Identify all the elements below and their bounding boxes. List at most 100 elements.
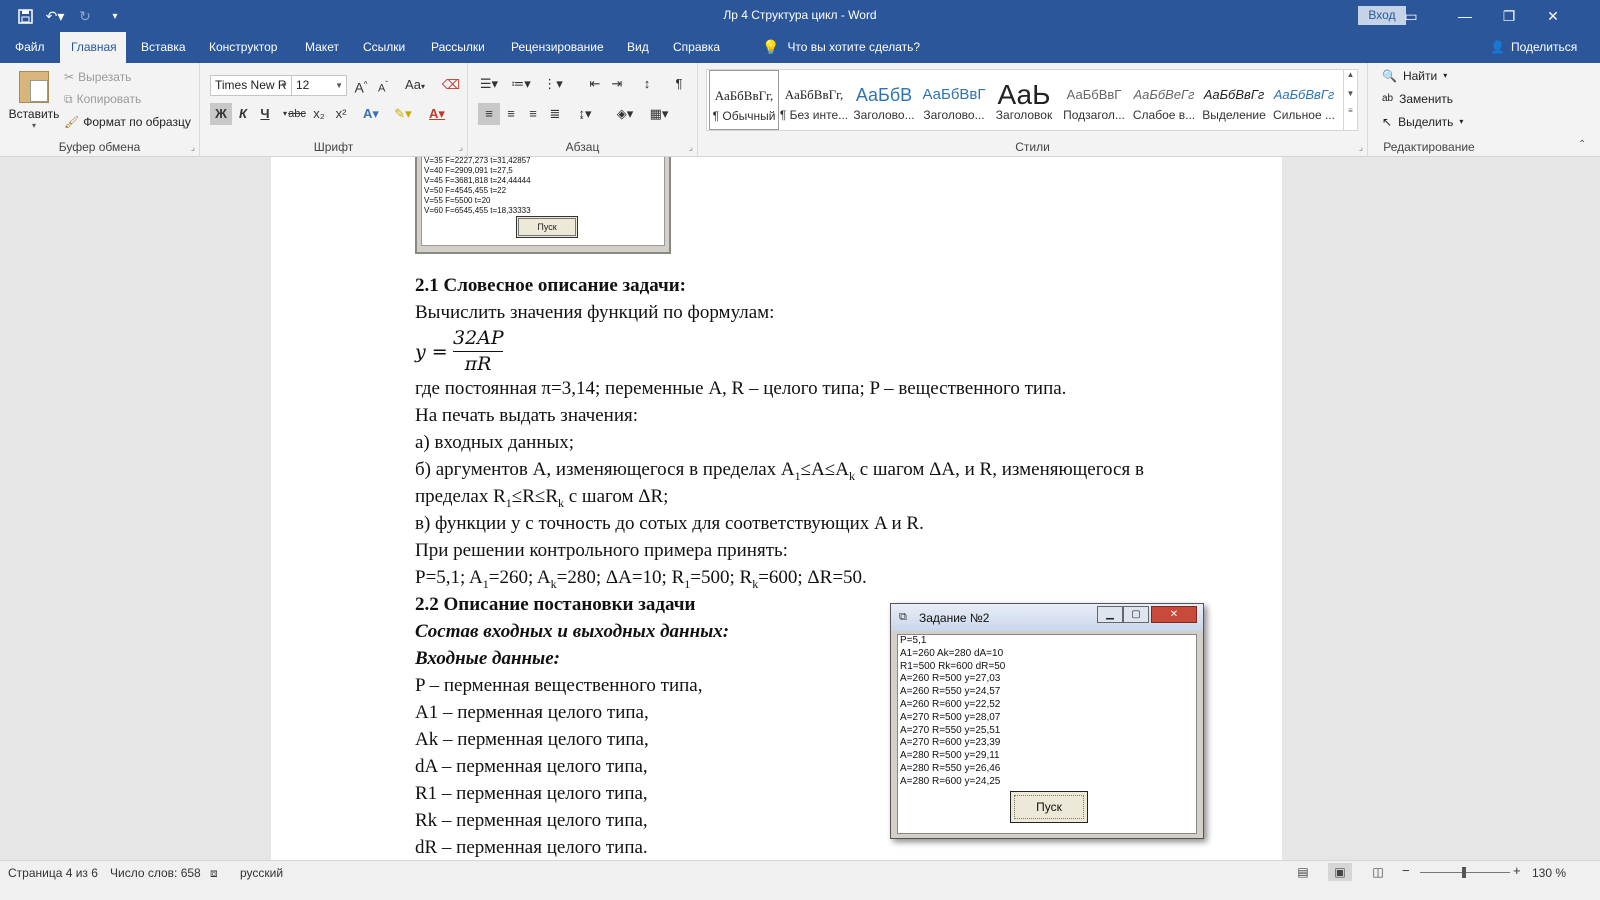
style-subtle-emphasis[interactable]: АаБбВеГг Слабое в... bbox=[1129, 70, 1199, 130]
clear-formatting-icon[interactable]: ⌫ bbox=[440, 74, 462, 96]
clipboard-launcher-icon[interactable]: ⌟ bbox=[191, 142, 195, 153]
align-left-icon[interactable]: ≡ bbox=[478, 103, 500, 125]
tab-home[interactable]: Главная bbox=[60, 32, 126, 63]
lightbulb-icon: 💡 bbox=[762, 39, 780, 55]
subscript-button[interactable]: x₂ bbox=[308, 103, 330, 125]
paste-button[interactable]: Вставить ▾ bbox=[6, 69, 62, 139]
font-size-box[interactable]: 12 ▼ bbox=[291, 75, 347, 96]
multilevel-list-icon[interactable]: ⋮▾ bbox=[542, 73, 564, 95]
cut-button[interactable]: ✂ Вырезать bbox=[64, 67, 131, 87]
paragraph: пределах R1≤R≤Rk с шагом ΔR; bbox=[415, 486, 668, 514]
format-painter-button[interactable]: 🖌 Формат по образцу bbox=[64, 112, 191, 132]
style-subtitle[interactable]: АаБбВвГ Подзагол... bbox=[1059, 70, 1129, 130]
style-title[interactable]: АаЬ Заголовок bbox=[989, 70, 1059, 130]
align-center-icon[interactable]: ≡ bbox=[500, 103, 522, 125]
sort-icon[interactable]: ↕ bbox=[636, 73, 658, 95]
shading-icon[interactable]: ◈▾ bbox=[614, 103, 636, 125]
style-heading-1[interactable]: АаБбВ Заголово... bbox=[849, 70, 919, 130]
decrease-indent-icon[interactable]: ⇤ bbox=[584, 73, 606, 95]
editing-group-label: Редактирование bbox=[1383, 140, 1475, 154]
scissors-icon: ✂ bbox=[64, 70, 75, 84]
style-name: Заголово... bbox=[853, 108, 915, 122]
tab-design[interactable]: Конструктор bbox=[198, 32, 288, 63]
paragraph-launcher-icon[interactable]: ⌟ bbox=[689, 142, 693, 153]
subheading: Входные данные: bbox=[415, 648, 560, 669]
italic-button[interactable]: К bbox=[232, 103, 254, 125]
style-normal[interactable]: АаБбВвГг, ¶ Обычный bbox=[709, 70, 779, 130]
share-label: Поделиться bbox=[1510, 40, 1578, 54]
restore-icon[interactable]: ❐ bbox=[1494, 5, 1524, 27]
close-icon[interactable]: ✕ bbox=[1538, 5, 1568, 27]
tab-layout[interactable]: Макет bbox=[294, 32, 350, 63]
tell-me-search[interactable]: 💡 Что вы хотите сделать? bbox=[762, 32, 920, 63]
bullets-icon[interactable]: ☰▾ bbox=[478, 73, 500, 95]
minimize-icon[interactable]: ▁ bbox=[1097, 606, 1123, 623]
find-button[interactable]: 🔍 Найти ▾ bbox=[1382, 65, 1447, 87]
text-effects-icon[interactable]: A▾ bbox=[360, 103, 382, 125]
shrink-font-button[interactable]: Aˇ bbox=[372, 74, 394, 96]
task-dialog-window[interactable]: ⧉ Задание №2 ▁ ▢ ✕ P=5,1 A1=260 Ak=280 d… bbox=[890, 603, 1204, 839]
proofing-icon[interactable]: ⧈ bbox=[210, 864, 218, 882]
bold-button[interactable]: Ж bbox=[210, 103, 232, 125]
maximize-icon[interactable]: ▢ bbox=[1123, 606, 1149, 623]
word-count[interactable]: Число слов: 658 bbox=[110, 864, 201, 882]
tab-help[interactable]: Справка bbox=[662, 32, 731, 63]
pilcrow-icon[interactable]: ¶ bbox=[668, 73, 690, 95]
print-layout-icon[interactable]: ▣ bbox=[1328, 863, 1352, 881]
superscript-button[interactable]: x² bbox=[330, 103, 352, 125]
styles-launcher-icon[interactable]: ⌟ bbox=[1359, 142, 1363, 153]
font-color-icon[interactable]: A▾ bbox=[426, 103, 448, 125]
read-mode-icon[interactable]: ▤ bbox=[1291, 863, 1315, 881]
replace-button[interactable]: ab Заменить bbox=[1382, 88, 1453, 110]
style-emphasis[interactable]: АаБбВвГг Выделение bbox=[1199, 70, 1269, 130]
variable-line: Ak – перменная целого типа, bbox=[415, 729, 649, 750]
change-case-button[interactable]: Aa▾ bbox=[400, 74, 430, 96]
gallery-more-icon[interactable]: ≡ bbox=[1344, 106, 1357, 115]
tab-review[interactable]: Рецензирование bbox=[500, 32, 615, 63]
style-heading-2[interactable]: АаБбВвГ Заголово... bbox=[919, 70, 989, 130]
variable-line: dA – перменная целого типа, bbox=[415, 756, 648, 777]
collapse-ribbon-icon[interactable]: ⌃ bbox=[1578, 139, 1586, 150]
font-name-box[interactable]: Times New R ▼ bbox=[210, 75, 292, 96]
start-button[interactable]: Пуск bbox=[1010, 791, 1088, 823]
tab-references[interactable]: Ссылки bbox=[352, 32, 416, 63]
tab-insert[interactable]: Вставка bbox=[130, 32, 197, 63]
style-no-spacing[interactable]: АаБбВвГг, ¶ Без инте... bbox=[779, 70, 849, 130]
zoom-level[interactable]: 130 % bbox=[1532, 864, 1566, 882]
web-layout-icon[interactable]: ◫ bbox=[1366, 863, 1390, 881]
select-button[interactable]: ↖ Выделить ▾ bbox=[1382, 111, 1463, 133]
share-button[interactable]: 👤 Поделиться bbox=[1490, 32, 1577, 63]
style-intense-emphasis[interactable]: АаБбВвГг Сильное ... bbox=[1269, 70, 1339, 130]
zoom-out-icon[interactable]: − bbox=[1402, 862, 1410, 880]
font-size-value: 12 bbox=[296, 78, 310, 92]
align-right-icon[interactable]: ≡ bbox=[522, 103, 544, 125]
tab-view[interactable]: Вид bbox=[616, 32, 660, 63]
output-line: A=280 R=600 y=24,25 bbox=[900, 775, 1001, 787]
grow-font-button[interactable]: A^ bbox=[350, 74, 372, 96]
tab-file[interactable]: Файл bbox=[4, 32, 56, 63]
font-launcher-icon[interactable]: ⌟ bbox=[459, 142, 463, 153]
underline-button[interactable]: Ч bbox=[254, 103, 276, 125]
minimize-icon[interactable]: — bbox=[1450, 5, 1480, 27]
ribbon-display-options-icon[interactable]: ▭ bbox=[1396, 5, 1426, 27]
language-indicator[interactable]: русский bbox=[240, 864, 283, 882]
increase-indent-icon[interactable]: ⇥ bbox=[606, 73, 628, 95]
output-line: A=280 R=550 y=26,46 bbox=[900, 762, 1001, 774]
zoom-in-icon[interactable]: + bbox=[1513, 862, 1521, 880]
chevron-down-icon[interactable]: ▼ bbox=[1344, 89, 1357, 98]
highlight-icon[interactable]: ✎▾ bbox=[392, 103, 414, 125]
close-icon[interactable]: ✕ bbox=[1151, 606, 1197, 623]
justify-icon[interactable]: ≣ bbox=[544, 103, 566, 125]
page-count[interactable]: Страница 4 из 6 bbox=[8, 864, 98, 882]
borders-icon[interactable]: ▦▾ bbox=[648, 103, 670, 125]
numbering-icon[interactable]: ≔▾ bbox=[510, 73, 532, 95]
gallery-scroll[interactable]: ▲ ▼ ≡ bbox=[1343, 70, 1357, 130]
font-group-label: Шрифт bbox=[313, 140, 354, 154]
chevron-up-icon[interactable]: ▲ bbox=[1344, 70, 1357, 79]
tab-mailings[interactable]: Рассылки bbox=[420, 32, 496, 63]
line-spacing-icon[interactable]: ↨▾ bbox=[574, 103, 596, 125]
zoom-slider-thumb[interactable] bbox=[1462, 867, 1466, 878]
copy-button[interactable]: ⧉ Копировать bbox=[64, 89, 141, 109]
strikethrough-button[interactable]: abc bbox=[286, 103, 308, 125]
dialog-title-bar[interactable]: ⧉ Задание №2 ▁ ▢ ✕ bbox=[891, 604, 1203, 631]
